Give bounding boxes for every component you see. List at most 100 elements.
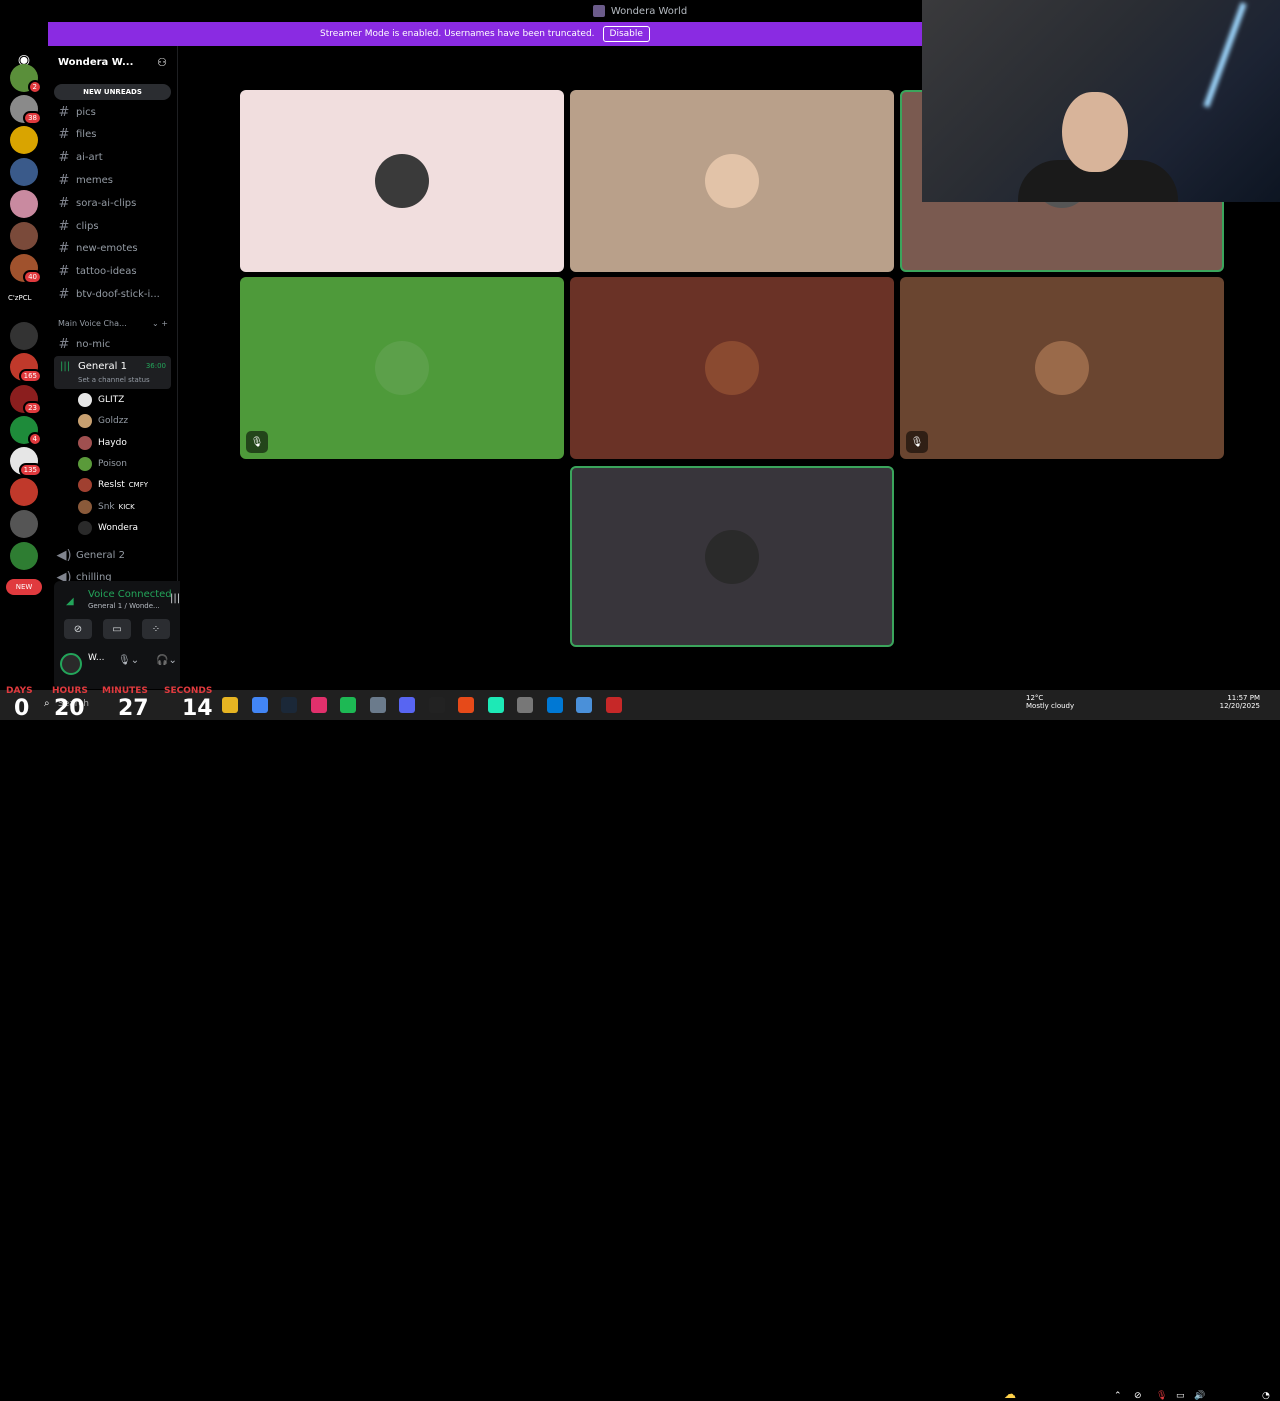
server-icon[interactable]: 165 [10,353,42,383]
server-icon[interactable]: 4 [10,416,42,446]
server-icon[interactable]: 23 [10,385,42,415]
mic-icon[interactable]: 🎙⌄ [118,655,139,666]
channel-no-mic[interactable]: # no-mic [56,334,172,354]
photos-icon[interactable] [576,697,592,713]
server-icon[interactable] [10,126,38,154]
channel-item[interactable]: # memes [56,170,172,190]
hash-icon: # [58,150,70,166]
voice-channel-general-1[interactable]: ||| General 1 36:00 Set a channel status [54,356,171,389]
server-icon[interactable] [10,190,38,218]
muted-mic-icon: 🎙 [246,431,268,453]
server-label[interactable]: C'zPCL [8,294,32,302]
participant-tile[interactable] [570,90,894,272]
server-icon[interactable] [10,478,38,506]
new-pill[interactable]: NEW [6,579,42,595]
channel-item[interactable]: # ai-art [56,148,172,168]
instagram-icon[interactable] [310,697,327,713]
outlook-icon[interactable] [546,697,563,713]
chrome-icon[interactable] [251,697,268,713]
settings-icon[interactable] [369,697,386,713]
app-icon[interactable] [517,697,533,713]
terminal-icon[interactable] [428,697,445,713]
voice-app-icon[interactable] [605,697,622,713]
server-icon[interactable] [10,222,38,250]
voice-user[interactable]: Wondera [78,519,172,537]
taskbar-clock[interactable]: 11:57 PM 12/20/2025 [1216,694,1260,710]
unread-badge: 4 [27,432,42,446]
voice-state[interactable]: Voice Connected [88,589,172,600]
server-rail: ◉ 2 38 40 165 23 4 135 C'zPCL NEW [0,22,48,690]
obs-icon[interactable] [458,697,474,713]
volume-icon[interactable]: 🔊 [1194,1391,1205,1401]
channel-item[interactable]: # new-emotes [56,239,172,259]
participant-tile[interactable] [570,466,894,647]
noise-suppression-icon[interactable]: ||| [170,593,180,604]
server-icon[interactable]: 40 [10,254,42,284]
unread-badge: 38 [23,111,42,125]
hash-icon: # [58,218,70,234]
display-icon[interactable]: ▭ [1176,1391,1185,1401]
hash-icon: # [58,127,70,143]
activities-icon: ⁘ [151,623,161,635]
server-icon[interactable] [10,542,38,570]
disable-button[interactable]: Disable [602,26,650,42]
channel-item[interactable]: # pics [56,102,172,122]
voice-channel-path[interactable]: General 1 / Wonde... [88,602,160,610]
discord-icon[interactable] [399,697,415,713]
voice-user[interactable]: Reslst CMFY [78,476,172,494]
participant-tile[interactable]: 🎙 [240,277,564,459]
unread-badge: 135 [18,463,42,477]
activities-button[interactable]: ⁘ [142,619,170,639]
server-icon[interactable] [10,510,38,538]
voice-category[interactable]: Main Voice Cha... ⌄ + [58,319,168,328]
channel-label: clips [76,220,99,232]
countdown-label: SECONDS [164,686,213,696]
voice-user[interactable]: Goldzz [78,412,172,430]
weather-widget[interactable]: 12°C Mostly cloudy [1026,694,1074,710]
network-off-icon[interactable]: ⊘ [1134,1391,1142,1401]
server-icon[interactable]: 38 [10,95,42,125]
participant-tile[interactable] [240,90,564,272]
camera-button[interactable]: ⊘ [64,619,92,639]
tray-chevron-icon[interactable]: ⌃ [1114,1391,1122,1401]
screenshare-button[interactable]: ▭ [103,619,131,639]
participant-tile[interactable] [570,277,894,459]
server-icon[interactable]: 135 [10,447,42,477]
hash-icon: # [58,286,70,302]
channel-item[interactable]: # clips [56,216,172,236]
channel-item[interactable]: # btv-doof-stick-i... [56,284,172,304]
voice-user[interactable]: Snk KICK [78,498,172,516]
streamer-face [1062,92,1128,172]
avatar[interactable] [60,653,82,675]
weather-icon: ☁ [1004,1387,1016,1401]
channel-item[interactable]: # tattoo-ideas [56,262,172,282]
server-header[interactable]: Wondera W... ⚇ [48,46,177,78]
channel-item[interactable]: # sora-ai-clips [56,193,172,213]
headphones-icon[interactable]: 🎧⌄ [156,655,177,666]
mic-tray-icon[interactable]: 🎙 [1156,1391,1167,1401]
channel-status[interactable]: Set a channel status [78,376,150,384]
voice-user[interactable]: GLITZ [78,391,172,409]
new-unreads-pill[interactable]: NEW UNREADS [54,84,171,100]
server-icon[interactable] [10,322,38,350]
app-icon[interactable] [487,697,504,713]
my-username[interactable]: W... [88,653,104,663]
server-icon[interactable]: 2 [10,64,42,94]
participant-tile[interactable]: 🎙 [900,277,1224,459]
voice-user[interactable]: Haydo [78,434,172,452]
channel-label: btv-doof-stick-i... [76,288,160,300]
channel-item[interactable]: # files [56,125,172,145]
folder-icon[interactable] [222,697,238,713]
notification-icon[interactable]: ◔ [1262,1391,1270,1401]
spotify-icon[interactable] [340,697,356,713]
hash-icon: # [58,104,70,120]
speaker-icon: ◀) [56,547,72,563]
add-channel-icon[interactable]: ⌄ + [152,319,168,328]
hash-icon: # [58,241,70,257]
add-member-icon[interactable]: ⚇ [157,56,167,69]
voice-channel-item[interactable]: ◀) General 2 [56,545,172,565]
voice-user[interactable]: Poison [78,455,172,473]
server-icon[interactable] [10,158,38,186]
steam-icon[interactable] [281,697,297,713]
countdown-label: DAYS [6,686,33,696]
